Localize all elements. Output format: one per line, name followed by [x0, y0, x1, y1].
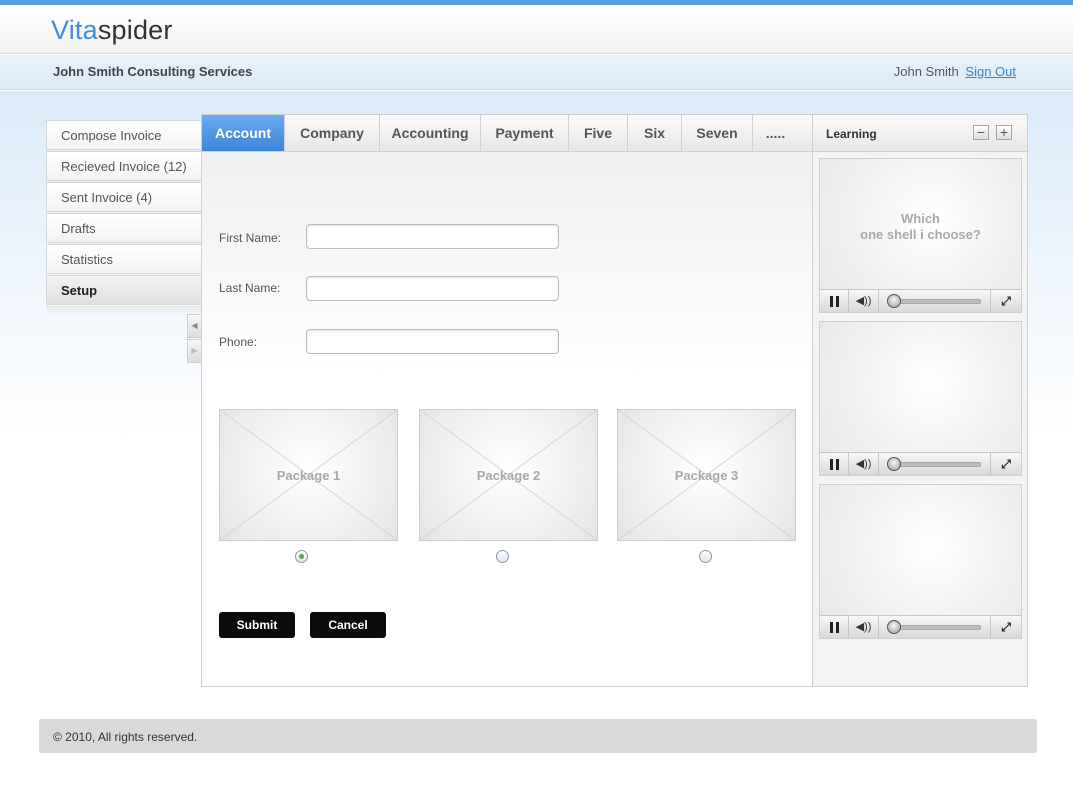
package-3-image[interactable]: Package 3 — [617, 409, 796, 541]
tab-company[interactable]: Company — [285, 115, 380, 151]
video-player-1[interactable]: Which one shell i choose? ◀)) ⤢ — [819, 158, 1022, 313]
volume-icon[interactable]: ◀)) — [849, 290, 879, 312]
package-1-radio[interactable] — [295, 550, 308, 563]
sidebar-item-statistics[interactable]: Statistics — [46, 244, 202, 274]
video-player-2[interactable]: ◀)) ⤢ — [819, 321, 1022, 476]
tab-five[interactable]: Five — [569, 115, 628, 151]
app-logo[interactable]: Vitaspider — [51, 15, 173, 46]
minimize-icon[interactable]: − — [973, 125, 989, 140]
seek-slider[interactable] — [879, 616, 991, 638]
video-controls: ◀)) ⤢ — [820, 452, 1021, 475]
sub-header: John Smith Consulting Services John Smit… — [0, 55, 1073, 90]
sidebar-item-sent-invoice[interactable]: Sent Invoice (4) — [46, 182, 202, 212]
package-2-radio[interactable] — [496, 550, 509, 563]
learning-title: Learning — [826, 127, 877, 141]
pause-icon[interactable] — [820, 616, 849, 638]
phone-label: Phone: — [219, 335, 258, 349]
tab-seven[interactable]: Seven — [682, 115, 753, 151]
sidebar-shadow — [46, 306, 202, 314]
fullscreen-icon[interactable]: ⤢ — [991, 616, 1021, 638]
collapse-left-arrow-icon[interactable]: ◀ — [187, 314, 201, 338]
user-name: John Smith — [893, 64, 959, 79]
package-3-label: Package 3 — [674, 468, 739, 483]
last-name-field[interactable] — [306, 276, 559, 301]
tab-more[interactable]: ..... — [753, 115, 798, 151]
fullscreen-icon[interactable]: ⤢ — [991, 453, 1021, 475]
tab-account[interactable]: Account — [202, 115, 285, 151]
tab-accounting[interactable]: Accounting — [380, 115, 481, 151]
last-name-label: Last Name: — [219, 281, 281, 295]
video-controls: ◀)) ⤢ — [820, 289, 1021, 312]
cancel-button[interactable]: Cancel — [310, 612, 386, 638]
package-1-label: Package 1 — [276, 468, 341, 483]
first-name-label: First Name: — [219, 231, 282, 245]
user-box: John Smith Sign Out — [894, 64, 1016, 79]
package-1-image[interactable]: Package 1 — [219, 409, 398, 541]
expand-right-arrow-icon[interactable]: ▶ — [187, 339, 201, 363]
package-2-image[interactable]: Package 2 — [419, 409, 598, 541]
footer: © 2010, All rights reserved. — [39, 719, 1037, 753]
learning-panel: Learning − + Which one shell i choose? ◀… — [813, 114, 1028, 687]
volume-icon[interactable]: ◀)) — [849, 616, 879, 638]
seek-knob[interactable] — [887, 457, 901, 471]
sidebar-item-setup[interactable]: Setup — [46, 275, 202, 305]
phone-field[interactable] — [306, 329, 559, 354]
sidebar-item-compose-invoice[interactable]: Compose Invoice — [46, 120, 202, 150]
video-player-3[interactable]: ◀)) ⤢ — [819, 484, 1022, 639]
tab-payment[interactable]: Payment — [481, 115, 569, 151]
package-2-label: Package 2 — [476, 468, 541, 483]
tab-bar: Account Company Accounting Payment Five … — [202, 115, 812, 152]
maximize-icon[interactable]: + — [996, 125, 1012, 140]
main-panel: Account Company Accounting Payment Five … — [201, 114, 813, 687]
sign-out-link[interactable]: Sign Out — [965, 64, 1016, 79]
sidebar-item-received-invoice[interactable]: Recieved Invoice (12) — [46, 151, 202, 181]
learning-header: Learning − + — [813, 115, 1027, 152]
company-name: John Smith Consulting Services — [53, 64, 253, 79]
seek-knob[interactable] — [887, 620, 901, 634]
app-header: Vitaspider — [0, 5, 1073, 54]
seek-knob[interactable] — [887, 294, 901, 308]
pause-icon[interactable] — [820, 290, 849, 312]
copyright-text: © 2010, All rights reserved. — [53, 730, 198, 744]
sidebar-menu: Compose Invoice Recieved Invoice (12) Se… — [46, 120, 202, 314]
fullscreen-icon[interactable]: ⤢ — [991, 290, 1021, 312]
pause-icon[interactable] — [820, 453, 849, 475]
video-controls: ◀)) ⤢ — [820, 615, 1021, 638]
tab-six[interactable]: Six — [628, 115, 682, 151]
seek-slider[interactable] — [879, 290, 991, 312]
volume-icon[interactable]: ◀)) — [849, 453, 879, 475]
first-name-field[interactable] — [306, 224, 559, 249]
package-3-radio[interactable] — [699, 550, 712, 563]
submit-button[interactable]: Submit — [219, 612, 295, 638]
video-1-caption: Which one shell i choose? — [860, 211, 981, 242]
seek-slider[interactable] — [879, 453, 991, 475]
sidebar-item-drafts[interactable]: Drafts — [46, 213, 202, 243]
